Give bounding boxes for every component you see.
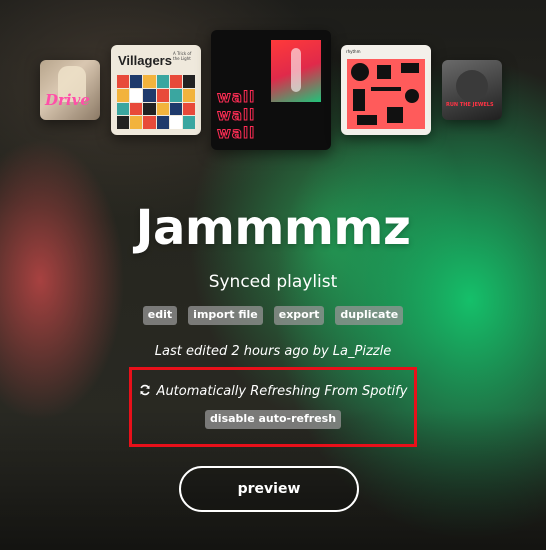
auto-refresh-label: Automatically Refreshing From Spotify [156,384,408,399]
cover-pattern [117,75,195,129]
preview-button[interactable]: preview [179,466,359,512]
cover-text: wall [216,88,256,107]
cover-text: wall [216,106,256,125]
cover-text: Villagers [118,53,172,68]
import-file-button[interactable]: import file [188,306,263,325]
playlist-actions: edit import file export duplicate [0,306,546,325]
cover-pattern [347,59,425,129]
album-cover-dark[interactable]: RUN THE JEWELS [442,60,502,120]
duplicate-button[interactable]: duplicate [335,306,404,325]
playlist-subtitle: Synced playlist [208,272,338,292]
preview-label: preview [237,481,301,497]
highlight-box [129,367,417,447]
cover-text: RUN THE JEWELS [446,102,494,108]
album-cover-carousel: Drive Villagers A Trick of the Light wal… [0,0,546,160]
album-cover-geometric[interactable]: rhythm [341,45,431,135]
album-cover-villagers[interactable]: Villagers A Trick of the Light [111,45,201,135]
cover-text: rhythm [346,49,361,54]
playlist-title: Jammmmz [135,200,411,256]
edit-button[interactable]: edit [142,306,178,325]
cover-figure [271,40,321,102]
cover-figure [456,70,488,102]
auto-refresh-status: Automatically Refreshing From Spotify [0,384,546,399]
disable-auto-refresh-button[interactable]: disable auto-refresh [204,410,342,429]
cover-text: wall [216,124,256,143]
refresh-icon [139,384,151,399]
cover-subtext: A Trick of the Light [173,51,192,61]
album-cover-wall[interactable]: wall wall wall [211,30,331,150]
export-button[interactable]: export [273,306,325,325]
album-cover-drive[interactable]: Drive [40,60,100,120]
cover-text: Drive [45,91,90,109]
disable-auto-refresh-wrap: disable auto-refresh [0,410,546,429]
last-edited-text: Last edited 2 hours ago by La_Pizzle [154,344,392,359]
